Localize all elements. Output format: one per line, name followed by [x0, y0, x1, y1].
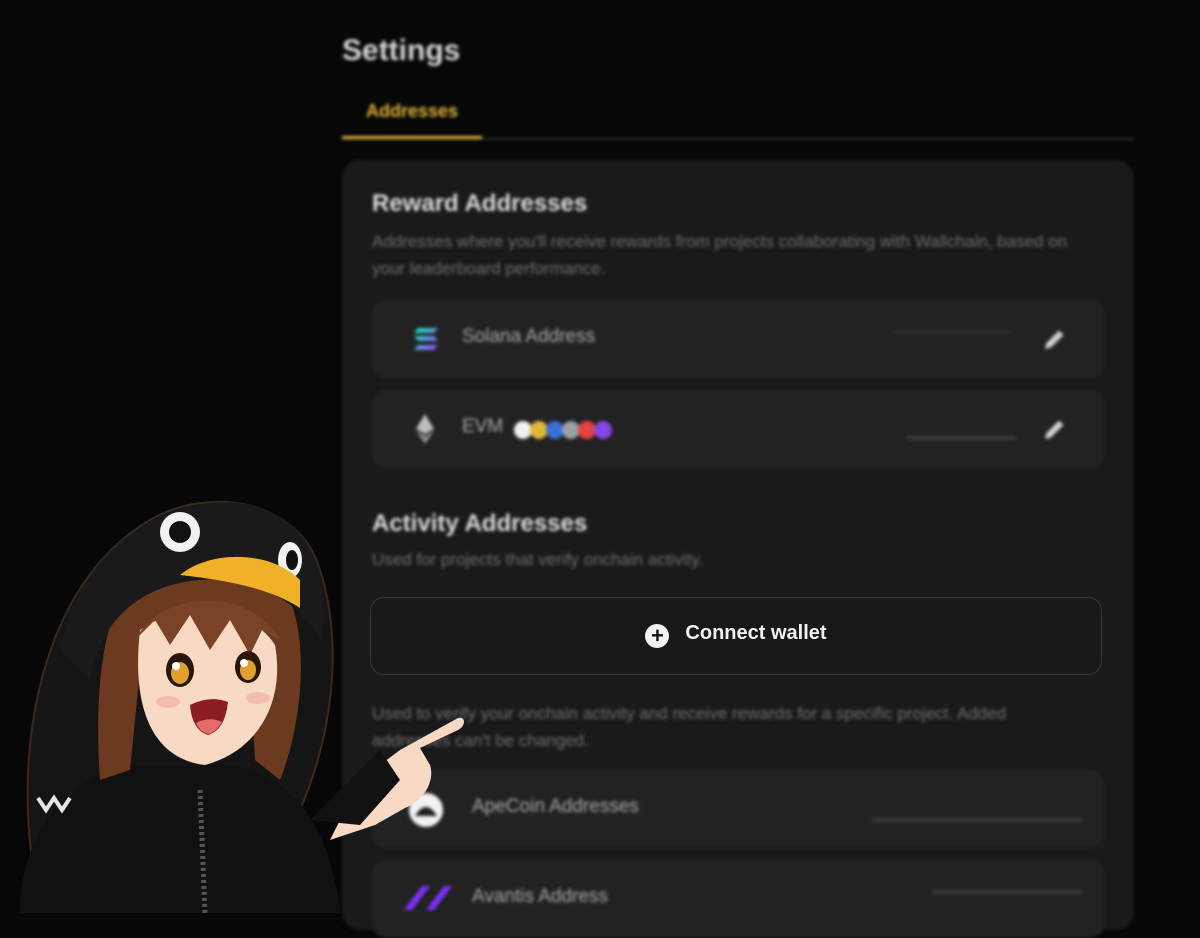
plus-circle-icon: + [645, 624, 670, 648]
ethereum-icon [416, 414, 434, 444]
connect-wallet-button[interactable]: + Connect wallet [370, 597, 1102, 675]
chain-icon [594, 421, 612, 439]
avantis-address-label: Avantis Address [472, 886, 608, 907]
apecoin-address-row[interactable]: ApeCoin Addresses [372, 770, 1104, 848]
tab-addresses[interactable]: Addresses [342, 94, 482, 139]
redacted-address [892, 330, 1012, 334]
connect-wallet-label: Connect wallet [685, 622, 827, 644]
evm-address-row[interactable]: EVM [372, 390, 1104, 468]
reward-addresses-title: Reward Addresses [372, 190, 588, 217]
activity-addresses-description: Used for projects that verify onchain ac… [372, 550, 704, 569]
solana-address-label: Solana Address [462, 326, 596, 347]
evm-address-label: EVM [462, 416, 504, 437]
edit-solana-button[interactable] [1040, 326, 1068, 354]
pencil-icon [1045, 420, 1064, 439]
redacted-address [872, 818, 1082, 822]
solana-icon [414, 328, 438, 350]
apecoin-address-label: ApeCoin Addresses [472, 796, 639, 817]
avantis-address-row[interactable]: Avantis Address [372, 860, 1104, 938]
penguin-hood-mascot [20, 500, 464, 913]
activity-addresses-note: Used to verify your onchain activity and… [372, 704, 1007, 750]
solana-address-row[interactable]: Solana Address [372, 300, 1104, 378]
page-title: Settings [342, 34, 461, 67]
edit-evm-button[interactable] [1040, 416, 1068, 444]
pencil-icon [1045, 330, 1064, 349]
tab-bar: Addresses [342, 94, 1134, 140]
redacted-address [907, 436, 1017, 440]
reward-addresses-description: Addresses where you'll receive rewards f… [372, 232, 1068, 278]
redacted-address [932, 890, 1082, 894]
